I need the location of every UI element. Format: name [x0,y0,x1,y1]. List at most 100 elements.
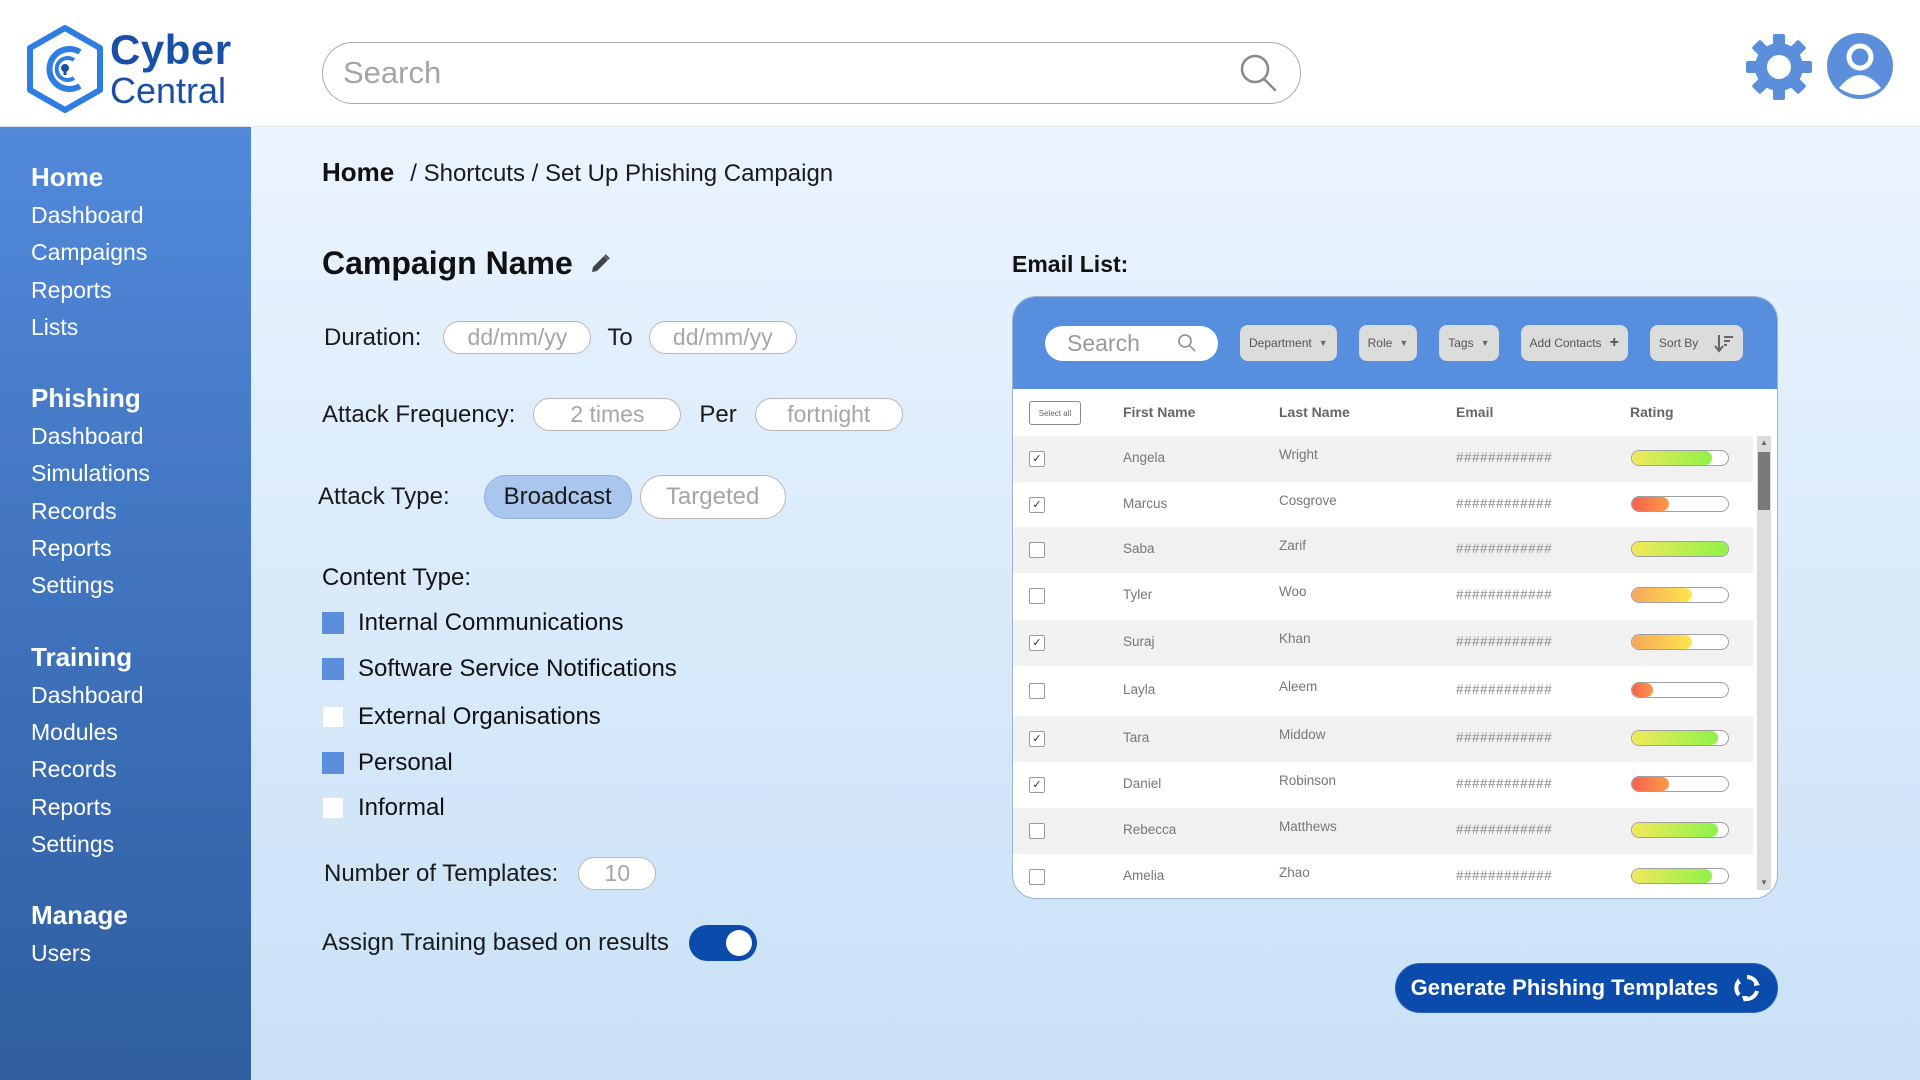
table-row[interactable]: Amelia Zhao ############ [1013,854,1753,898]
global-search-input[interactable] [343,55,1238,91]
email-cell: ############ [1456,776,1553,791]
checkbox-checked[interactable] [322,612,344,634]
sidebar-item-phishing-records[interactable]: Records [0,493,251,530]
frequency-period-input[interactable]: fortnight [754,398,903,431]
sidebar-item-home-dashboard[interactable]: Dashboard [0,197,251,234]
first-name-cell: Rebecca [1123,822,1177,837]
duration-from-input[interactable]: dd/mm/yy [443,321,592,354]
scroll-thumb[interactable] [1758,452,1770,510]
user-avatar-icon[interactable] [1826,32,1894,100]
content-type-option-label: External Organisations [358,703,601,730]
sidebar-heading-home[interactable]: Home [0,157,251,197]
sidebar-item-phishing-dashboard[interactable]: Dashboard [0,418,251,455]
assign-training-toggle[interactable] [688,925,757,961]
select-all-button[interactable]: Select all [1029,401,1081,425]
row-checkbox-checked[interactable]: ✓ [1029,777,1045,793]
table-row[interactable]: ✓ Suraj Khan ############ [1013,620,1753,666]
row-checkbox-unchecked[interactable] [1029,683,1045,699]
checkbox-unchecked[interactable] [322,706,344,728]
checkbox-unchecked[interactable] [322,797,344,819]
last-name-cell: Khan [1279,631,1311,646]
logo[interactable]: Cyber Central [24,24,232,114]
sidebar-item-home-lists[interactable]: Lists [0,309,251,346]
content-type-option[interactable]: Software Service Notifications [322,655,677,683]
breadcrumb-path[interactable]: / Shortcuts / Set Up Phishing Campaign [410,160,833,188]
sidebar-item-phishing-simulations[interactable]: Simulations [0,455,251,492]
content-type-option-label: Software Service Notifications [358,655,677,682]
content-type-option[interactable]: External Organisations [322,703,601,731]
last-name-cell: Robinson [1279,773,1337,788]
column-header-first-name[interactable]: First Name [1123,404,1195,420]
row-checkbox-unchecked[interactable] [1029,588,1045,604]
row-checkbox-checked[interactable]: ✓ [1029,451,1045,467]
breadcrumb-home[interactable]: Home [322,157,394,188]
content-type-option[interactable]: Internal Communications [322,609,623,637]
breadcrumb: Home / Shortcuts / Set Up Phishing Campa… [322,157,833,188]
row-checkbox-unchecked[interactable] [1029,542,1045,558]
sidebar-item-training-modules[interactable]: Modules [0,714,251,751]
column-header-rating[interactable]: Rating [1630,404,1674,420]
frequency-times-input[interactable]: 2 times [533,398,682,431]
column-header-email[interactable]: Email [1456,404,1493,420]
department-filter-dropdown[interactable]: Department ▼ [1240,325,1337,361]
row-checkbox-unchecked[interactable] [1029,823,1045,839]
sidebar-item-training-settings[interactable]: Settings [0,826,251,863]
table-scrollbar[interactable]: ▲ ▼ [1757,436,1771,890]
email-cell: ############ [1456,450,1553,465]
campaign-name-text[interactable]: Campaign Name [322,245,573,282]
email-table-body: ✓ Angela Wright ############ ✓ Marcus Cosgrove… [1013,436,1753,898]
search-icon[interactable] [1177,333,1197,353]
row-checkbox-unchecked[interactable] [1029,869,1045,885]
table-row[interactable]: ✓ Tara Middow ############ [1013,716,1753,762]
email-search-input[interactable] [1067,329,1177,357]
content-type-option[interactable]: Personal [322,749,453,777]
sidebar-item-manage-users[interactable]: Users [0,935,251,972]
table-row[interactable]: ✓ Marcus Cosgrove ############ [1013,482,1753,528]
column-header-last-name[interactable]: Last Name [1279,404,1350,420]
rating-bar-fill [1632,635,1693,649]
table-row[interactable]: ✓ Daniel Robinson ############ [1013,762,1753,808]
edit-pencil-icon[interactable] [589,253,611,275]
email-cell: ############ [1456,730,1553,745]
gear-icon[interactable] [1744,32,1814,102]
table-row[interactable]: Rebecca Matthews ############ [1013,808,1753,854]
tags-filter-dropdown[interactable]: Tags ▼ [1439,325,1499,361]
table-row[interactable]: ✓ Angela Wright ############ [1013,436,1753,482]
attack-type-targeted-button[interactable]: Targeted [639,475,786,519]
table-row[interactable]: Layla Aleem ############ [1013,668,1753,714]
sidebar-heading-manage[interactable]: Manage [0,895,251,935]
sidebar-item-training-dashboard[interactable]: Dashboard [0,677,251,714]
campaign-name-heading: Campaign Name [322,245,611,282]
row-checkbox-checked[interactable]: ✓ [1029,497,1045,513]
table-row[interactable]: Saba Zarif ############ [1013,527,1753,573]
email-cell: ############ [1456,541,1553,556]
table-row[interactable]: Tyler Woo ############ [1013,573,1753,619]
duration-to-input[interactable]: dd/mm/yy [648,321,797,354]
generate-phishing-templates-button[interactable]: Generate Phishing Templates [1395,963,1778,1013]
sidebar-item-home-campaigns[interactable]: Campaigns [0,234,251,271]
email-cell: ############ [1456,682,1553,697]
sidebar-item-training-records[interactable]: Records [0,751,251,788]
sidebar-heading-phishing[interactable]: Phishing [0,378,251,418]
content-type-option[interactable]: Informal [322,794,445,822]
sidebar-item-phishing-reports[interactable]: Reports [0,530,251,567]
sort-by-button[interactable]: Sort By [1649,325,1744,361]
add-contacts-button[interactable]: Add Contacts + [1520,325,1628,361]
sidebar-heading-training[interactable]: Training [0,637,251,677]
tags-filter-label: Tags [1448,336,1474,350]
sidebar-item-phishing-settings[interactable]: Settings [0,567,251,604]
search-icon[interactable] [1238,52,1280,94]
attack-type-label: Attack Type: [318,483,450,510]
sidebar-item-home-reports[interactable]: Reports [0,272,251,309]
row-checkbox-checked[interactable]: ✓ [1029,635,1045,651]
checkbox-checked[interactable] [322,658,344,680]
scroll-down-arrow-icon[interactable]: ▼ [1757,876,1771,890]
row-checkbox-checked[interactable]: ✓ [1029,731,1045,747]
checkbox-checked[interactable] [322,752,344,774]
templates-count-input[interactable]: 10 [578,857,657,890]
first-name-cell: Amelia [1123,868,1165,883]
attack-type-broadcast-button[interactable]: Broadcast [483,475,632,519]
scroll-up-arrow-icon[interactable]: ▲ [1757,436,1771,450]
sidebar-item-training-reports[interactable]: Reports [0,789,251,826]
role-filter-dropdown[interactable]: Role ▼ [1358,325,1418,361]
